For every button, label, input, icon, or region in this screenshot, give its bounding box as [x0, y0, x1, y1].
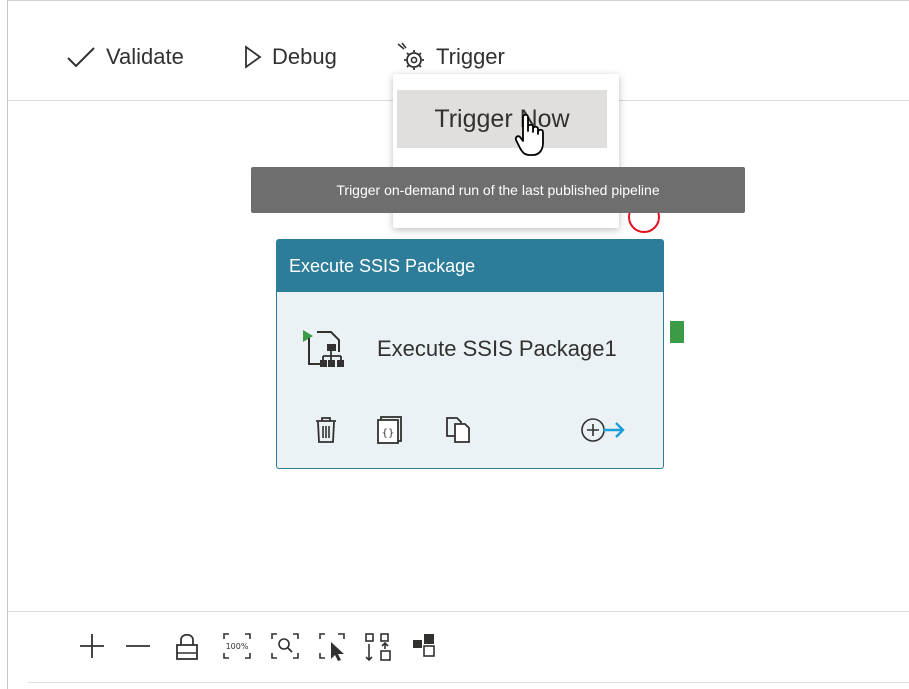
- lock-icon[interactable]: [174, 632, 200, 667]
- validate-label: Validate: [106, 44, 184, 69]
- code-view-icon[interactable]: {}: [377, 416, 403, 449]
- execute-ssis-activity[interactable]: Execute SSIS Package Execute SSIS Packag…: [276, 239, 664, 469]
- zoom-to-fit-icon[interactable]: [270, 632, 300, 665]
- clone-icon[interactable]: [445, 416, 471, 449]
- trigger-gear-icon: [396, 42, 426, 72]
- trigger-button[interactable]: Trigger: [396, 39, 505, 75]
- zoom-100-icon[interactable]: 100%: [222, 632, 252, 665]
- activity-name: Execute SSIS Package1: [377, 336, 617, 361]
- activity-header: Execute SSIS Package: [277, 240, 663, 292]
- auto-align-icon[interactable]: [364, 632, 394, 667]
- canvas-controls: 100%: [8, 611, 909, 683]
- play-icon: [244, 45, 262, 69]
- trigger-label: Trigger: [436, 44, 505, 69]
- svg-text:{}: {}: [382, 428, 395, 439]
- outline-icon[interactable]: [412, 632, 442, 667]
- validate-button[interactable]: Validate: [66, 39, 184, 75]
- trigger-now-item[interactable]: Trigger Now: [397, 90, 607, 148]
- svg-text:100%: 100%: [226, 642, 249, 651]
- checkmark-icon: [66, 45, 96, 69]
- zoom-out-icon[interactable]: [124, 632, 152, 665]
- hand-cursor-icon: [514, 113, 546, 164]
- delete-icon[interactable]: [315, 416, 337, 449]
- zoom-in-icon[interactable]: [78, 632, 106, 665]
- debug-label: Debug: [272, 44, 337, 69]
- pipeline-editor: Validate Debug Trigger Execute SSIS Pack…: [7, 0, 909, 689]
- add-output-icon[interactable]: [579, 416, 629, 449]
- ssis-package-icon: [301, 328, 353, 379]
- select-icon[interactable]: [318, 632, 348, 667]
- activity-body: Execute SSIS Package1 {}: [277, 292, 663, 468]
- trigger-now-tooltip: Trigger on-demand run of the last publis…: [251, 167, 745, 213]
- debug-button[interactable]: Debug: [244, 39, 337, 75]
- bottom-divider: [28, 682, 909, 683]
- success-output-port[interactable]: [670, 321, 684, 343]
